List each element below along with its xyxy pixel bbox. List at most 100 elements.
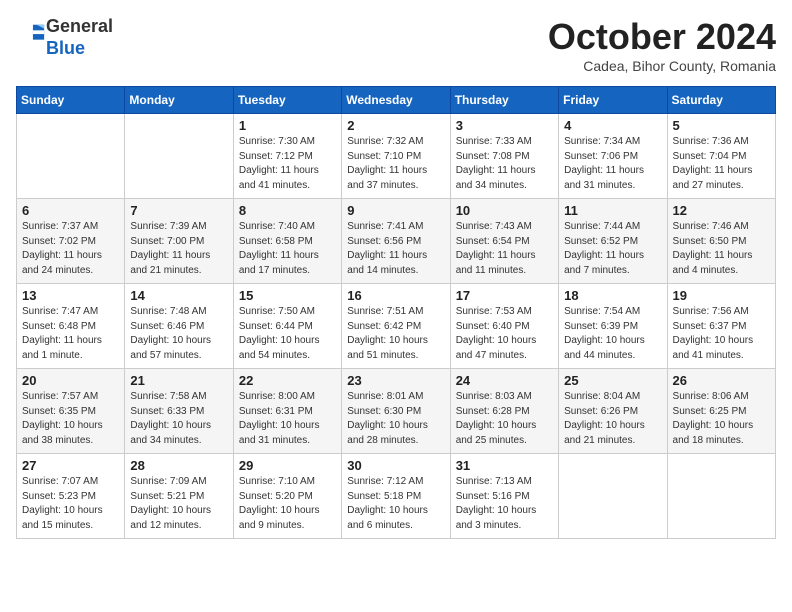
day-number: 28 [130, 458, 227, 473]
day-info: Sunrise: 8:06 AM Sunset: 6:25 PM Dayligh… [673, 390, 770, 448]
day-number: 12 [673, 203, 770, 218]
day-info: Sunrise: 7:37 AM Sunset: 7:02 PM Dayligh… [22, 220, 119, 278]
calendar-cell: 30 Sunrise: 7:12 AM Sunset: 5:18 PM Dayli… [342, 454, 450, 539]
calendar-cell: 3 Sunrise: 7:33 AM Sunset: 7:08 PM Daylig… [450, 114, 558, 199]
calendar-cell: 17Sunrise: 7:53 AM Sunset: 6:40 PM Dayli… [450, 284, 558, 369]
day-info: Sunrise: 7:57 AM Sunset: 6:35 PM Dayligh… [22, 390, 119, 448]
day-number: 2 [347, 118, 444, 133]
calendar-cell [667, 454, 775, 539]
week-row-3: 13Sunrise: 7:47 AM Sunset: 6:48 PM Dayli… [17, 284, 776, 369]
day-number: 13 [22, 288, 119, 303]
day-number: 5 [673, 118, 770, 133]
day-number: 20 [22, 373, 119, 388]
day-info: Sunrise: 8:04 AM Sunset: 6:26 PM Dayligh… [564, 390, 661, 448]
day-number: 19 [673, 288, 770, 303]
calendar-cell: 19 Sunrise: 7:56 AM Sunset: 6:37 PM Dayli… [667, 284, 775, 369]
calendar-cell [125, 114, 233, 199]
day-number: 30 [347, 458, 444, 473]
week-row-5: 27 Sunrise: 7:07 AM Sunset: 5:23 PM Dayli… [17, 454, 776, 539]
calendar-cell: 4Sunrise: 7:34 AM Sunset: 7:06 PM Daylig… [559, 114, 667, 199]
day-number: 18 [564, 288, 661, 303]
day-number: 29 [239, 458, 336, 473]
day-number: 14 [130, 288, 227, 303]
calendar-cell: 25 Sunrise: 8:04 AM Sunset: 6:26 PM Dayli… [559, 369, 667, 454]
day-header-monday: Monday [125, 87, 233, 114]
logo-general: General [46, 16, 113, 36]
day-header-wednesday: Wednesday [342, 87, 450, 114]
calendar-cell: 2 Sunrise: 7:32 AM Sunset: 7:10 PM Daylig… [342, 114, 450, 199]
day-info: Sunrise: 7:33 AM Sunset: 7:08 PM Dayligh… [456, 135, 553, 193]
calendar-cell: 12 Sunrise: 7:46 AM Sunset: 6:50 PM Dayli… [667, 199, 775, 284]
day-info: Sunrise: 7:48 AM Sunset: 6:46 PM Dayligh… [130, 305, 227, 363]
day-number: 10 [456, 203, 553, 218]
day-info: Sunrise: 7:12 AM Sunset: 5:18 PM Dayligh… [347, 475, 444, 533]
calendar-cell: 9 Sunrise: 7:41 AM Sunset: 6:56 PM Daylig… [342, 199, 450, 284]
calendar-cell: 5 Sunrise: 7:36 AM Sunset: 7:04 PM Daylig… [667, 114, 775, 199]
title-block: October 2024 Cadea, Bihor County, Romani… [548, 16, 776, 74]
day-info: Sunrise: 7:36 AM Sunset: 7:04 PM Dayligh… [673, 135, 770, 193]
week-row-4: 20 Sunrise: 7:57 AM Sunset: 6:35 PM Dayli… [17, 369, 776, 454]
day-number: 23 [347, 373, 444, 388]
day-header-friday: Friday [559, 87, 667, 114]
calendar-cell: 20 Sunrise: 7:57 AM Sunset: 6:35 PM Dayli… [17, 369, 125, 454]
day-number: 25 [564, 373, 661, 388]
day-info: Sunrise: 7:46 AM Sunset: 6:50 PM Dayligh… [673, 220, 770, 278]
day-info: Sunrise: 7:41 AM Sunset: 6:56 PM Dayligh… [347, 220, 444, 278]
calendar-cell: 29 Sunrise: 7:10 AM Sunset: 5:20 PM Dayli… [233, 454, 341, 539]
logo: General Blue [16, 16, 113, 59]
week-row-1: 1Sunrise: 7:30 AM Sunset: 7:12 PM Daylig… [17, 114, 776, 199]
calendar-cell: 8 Sunrise: 7:40 AM Sunset: 6:58 PM Daylig… [233, 199, 341, 284]
day-number: 26 [673, 373, 770, 388]
day-number: 3 [456, 118, 553, 133]
calendar-cell: 21 Sunrise: 7:58 AM Sunset: 6:33 PM Dayli… [125, 369, 233, 454]
calendar-cell: 23 Sunrise: 8:01 AM Sunset: 6:30 PM Dayli… [342, 369, 450, 454]
day-info: Sunrise: 7:58 AM Sunset: 6:33 PM Dayligh… [130, 390, 227, 448]
day-info: Sunrise: 7:40 AM Sunset: 6:58 PM Dayligh… [239, 220, 336, 278]
calendar-cell: 7 Sunrise: 7:39 AM Sunset: 7:00 PM Daylig… [125, 199, 233, 284]
calendar-cell: 18Sunrise: 7:54 AM Sunset: 6:39 PM Dayli… [559, 284, 667, 369]
day-info: Sunrise: 7:30 AM Sunset: 7:12 PM Dayligh… [239, 135, 336, 193]
day-info: Sunrise: 7:50 AM Sunset: 6:44 PM Dayligh… [239, 305, 336, 363]
day-number: 21 [130, 373, 227, 388]
day-header-sunday: Sunday [17, 87, 125, 114]
day-info: Sunrise: 7:09 AM Sunset: 5:21 PM Dayligh… [130, 475, 227, 533]
day-number: 27 [22, 458, 119, 473]
calendar-cell: 31Sunrise: 7:13 AM Sunset: 5:16 PM Dayli… [450, 454, 558, 539]
day-info: Sunrise: 7:51 AM Sunset: 6:42 PM Dayligh… [347, 305, 444, 363]
day-number: 15 [239, 288, 336, 303]
day-number: 6 [22, 203, 119, 218]
day-number: 7 [130, 203, 227, 218]
day-number: 22 [239, 373, 336, 388]
calendar-cell: 11Sunrise: 7:44 AM Sunset: 6:52 PM Dayli… [559, 199, 667, 284]
day-info: Sunrise: 8:01 AM Sunset: 6:30 PM Dayligh… [347, 390, 444, 448]
calendar-cell [17, 114, 125, 199]
logo-icon [18, 21, 46, 49]
calendar-cell: 28 Sunrise: 7:09 AM Sunset: 5:21 PM Dayli… [125, 454, 233, 539]
day-number: 31 [456, 458, 553, 473]
calendar-cell: 14 Sunrise: 7:48 AM Sunset: 6:46 PM Dayli… [125, 284, 233, 369]
day-number: 9 [347, 203, 444, 218]
logo-text: General Blue [46, 16, 113, 59]
calendar-cell [559, 454, 667, 539]
month-title: October 2024 [548, 16, 776, 58]
calendar-cell: 22Sunrise: 8:00 AM Sunset: 6:31 PM Dayli… [233, 369, 341, 454]
day-info: Sunrise: 8:03 AM Sunset: 6:28 PM Dayligh… [456, 390, 553, 448]
day-info: Sunrise: 7:44 AM Sunset: 6:52 PM Dayligh… [564, 220, 661, 278]
day-header-thursday: Thursday [450, 87, 558, 114]
day-number: 17 [456, 288, 553, 303]
day-info: Sunrise: 7:43 AM Sunset: 6:54 PM Dayligh… [456, 220, 553, 278]
day-info: Sunrise: 7:56 AM Sunset: 6:37 PM Dayligh… [673, 305, 770, 363]
calendar-cell: 26 Sunrise: 8:06 AM Sunset: 6:25 PM Dayli… [667, 369, 775, 454]
day-header-saturday: Saturday [667, 87, 775, 114]
day-number: 16 [347, 288, 444, 303]
calendar-table: SundayMondayTuesdayWednesdayThursdayFrid… [16, 86, 776, 539]
page-header: General Blue October 2024 Cadea, Bihor C… [16, 16, 776, 74]
day-info: Sunrise: 7:32 AM Sunset: 7:10 PM Dayligh… [347, 135, 444, 193]
day-info: Sunrise: 7:39 AM Sunset: 7:00 PM Dayligh… [130, 220, 227, 278]
day-info: Sunrise: 7:07 AM Sunset: 5:23 PM Dayligh… [22, 475, 119, 533]
calendar-cell: 6 Sunrise: 7:37 AM Sunset: 7:02 PM Daylig… [17, 199, 125, 284]
day-number: 8 [239, 203, 336, 218]
calendar-cell: 10 Sunrise: 7:43 AM Sunset: 6:54 PM Dayli… [450, 199, 558, 284]
day-info: Sunrise: 7:34 AM Sunset: 7:06 PM Dayligh… [564, 135, 661, 193]
day-info: Sunrise: 7:10 AM Sunset: 5:20 PM Dayligh… [239, 475, 336, 533]
